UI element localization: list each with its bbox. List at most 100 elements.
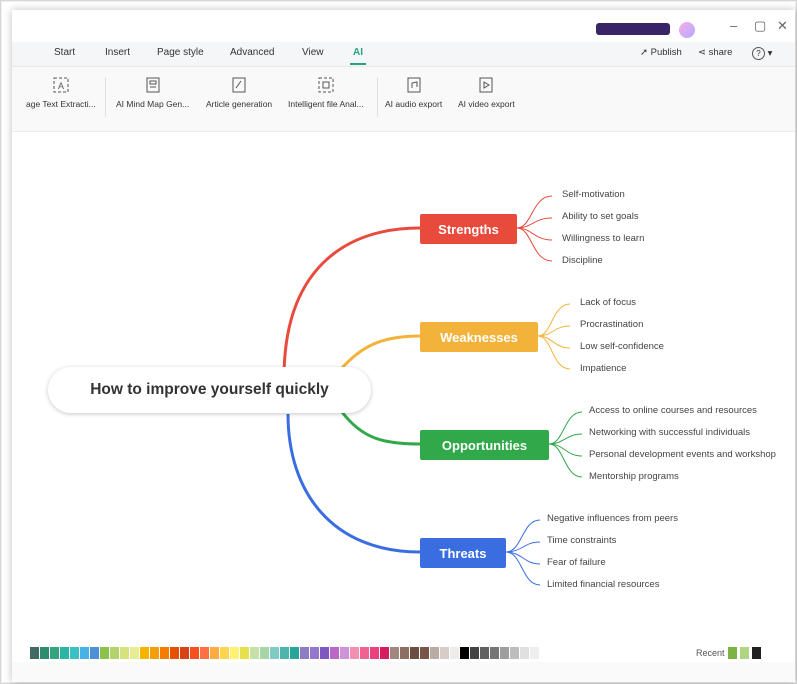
color-swatch[interactable] bbox=[290, 647, 299, 659]
color-swatch[interactable] bbox=[170, 647, 179, 659]
tab-ai[interactable]: AI bbox=[350, 47, 366, 65]
tab-page-style[interactable]: Page style bbox=[157, 47, 204, 58]
color-swatch[interactable] bbox=[430, 647, 439, 659]
color-swatch[interactable] bbox=[470, 647, 479, 659]
color-swatch[interactable] bbox=[260, 647, 269, 659]
tab-advanced[interactable]: Advanced bbox=[230, 47, 274, 58]
maximize-icon[interactable]: ▢ bbox=[754, 18, 766, 34]
color-swatch[interactable] bbox=[460, 647, 469, 659]
color-swatch[interactable] bbox=[360, 647, 369, 659]
color-swatch[interactable] bbox=[500, 647, 509, 659]
color-swatch[interactable] bbox=[100, 647, 109, 659]
branch-weaknesses[interactable]: Weaknesses bbox=[420, 322, 538, 352]
leaf-willingness-to-learn[interactable]: Willingness to learn bbox=[562, 233, 644, 244]
color-swatch[interactable] bbox=[390, 647, 399, 659]
document-title-pill[interactable] bbox=[596, 23, 670, 35]
central-topic[interactable]: How to improve yourself quickly bbox=[48, 367, 371, 413]
leaf-self-motivation[interactable]: Self-motivation bbox=[562, 189, 625, 200]
color-swatch[interactable] bbox=[270, 647, 279, 659]
leaf-networking[interactable]: Networking with successful individuals bbox=[589, 427, 750, 438]
tab-insert[interactable]: Insert bbox=[105, 47, 130, 58]
ai-audio-export-button[interactable]: AI audio export bbox=[385, 77, 442, 109]
color-swatch[interactable] bbox=[370, 647, 379, 659]
leaf-ability-to-set-goals[interactable]: Ability to set goals bbox=[562, 211, 639, 222]
leaf-time-constraints[interactable]: Time constraints bbox=[547, 535, 616, 546]
color-swatch[interactable] bbox=[150, 647, 159, 659]
color-swatch[interactable] bbox=[300, 647, 309, 659]
leaf-low-self-confidence[interactable]: Low self-confidence bbox=[580, 341, 664, 352]
leaf-fear-of-failure[interactable]: Fear of failure bbox=[547, 557, 606, 568]
color-swatch[interactable] bbox=[120, 647, 129, 659]
ai-mind-map-generation-button[interactable]: AI Mind Map Gen... bbox=[116, 77, 189, 109]
branch-threats[interactable]: Threats bbox=[420, 538, 506, 568]
recent-color-swatch[interactable] bbox=[752, 647, 761, 659]
recent-color-swatch[interactable] bbox=[740, 647, 749, 659]
leaf-limited-financial-resources[interactable]: Limited financial resources bbox=[547, 579, 659, 590]
color-swatch[interactable] bbox=[180, 647, 189, 659]
color-swatch[interactable] bbox=[520, 647, 529, 659]
publish-button[interactable]: ➚ Publish bbox=[640, 47, 682, 58]
leaf-online-courses[interactable]: Access to online courses and resources bbox=[589, 405, 757, 416]
leaf-personal-development-events[interactable]: Personal development events and workshop bbox=[589, 449, 776, 460]
minimize-icon[interactable]: – bbox=[730, 18, 737, 33]
branch-opportunities[interactable]: Opportunities bbox=[420, 430, 549, 460]
help-button[interactable]: ? ▾ bbox=[752, 47, 772, 60]
recent-color-swatch[interactable] bbox=[728, 647, 737, 659]
recent-colors-label: Recent bbox=[696, 648, 725, 658]
color-swatch[interactable] bbox=[80, 647, 89, 659]
color-swatch[interactable] bbox=[280, 647, 289, 659]
tab-view[interactable]: View bbox=[302, 47, 324, 58]
share-button[interactable]: ⋖ share bbox=[698, 47, 732, 58]
svg-text:A: A bbox=[58, 81, 64, 91]
ai-video-export-button[interactable]: AI video export bbox=[458, 77, 515, 109]
color-swatch[interactable] bbox=[320, 647, 329, 659]
color-swatch[interactable] bbox=[510, 647, 519, 659]
leaf-connectors-weaknesses bbox=[537, 303, 571, 370]
color-swatch[interactable] bbox=[350, 647, 359, 659]
color-swatch[interactable] bbox=[490, 647, 499, 659]
color-swatch[interactable] bbox=[200, 647, 209, 659]
text-extract-icon: A bbox=[53, 77, 69, 93]
color-swatch[interactable] bbox=[310, 647, 319, 659]
color-swatch[interactable] bbox=[250, 647, 259, 659]
color-swatch[interactable] bbox=[30, 647, 39, 659]
leaf-lack-of-focus[interactable]: Lack of focus bbox=[580, 297, 636, 308]
leaf-discipline[interactable]: Discipline bbox=[562, 255, 603, 266]
color-swatch[interactable] bbox=[40, 647, 49, 659]
color-swatch[interactable] bbox=[60, 647, 69, 659]
color-swatch[interactable] bbox=[160, 647, 169, 659]
image-text-extraction-button[interactable]: A age Text Extracti... bbox=[26, 77, 96, 109]
color-swatch[interactable] bbox=[90, 647, 99, 659]
color-swatch[interactable] bbox=[70, 647, 79, 659]
color-swatch[interactable] bbox=[50, 647, 59, 659]
color-swatch[interactable] bbox=[110, 647, 119, 659]
color-swatch[interactable] bbox=[240, 647, 249, 659]
color-swatch[interactable] bbox=[330, 647, 339, 659]
color-swatch[interactable] bbox=[420, 647, 429, 659]
leaf-negative-influences[interactable]: Negative influences from peers bbox=[547, 513, 678, 524]
color-swatch[interactable] bbox=[340, 647, 349, 659]
color-swatch[interactable] bbox=[230, 647, 239, 659]
article-generation-button[interactable]: Article generation bbox=[206, 77, 272, 109]
tab-start[interactable]: Start bbox=[54, 47, 75, 58]
color-swatch[interactable] bbox=[400, 647, 409, 659]
intelligent-file-analysis-button[interactable]: Intelligent file Anal... bbox=[288, 77, 364, 109]
color-swatch[interactable] bbox=[480, 647, 489, 659]
user-avatar[interactable] bbox=[679, 22, 695, 38]
color-swatch[interactable] bbox=[530, 647, 539, 659]
color-swatch[interactable] bbox=[410, 647, 419, 659]
leaf-procrastination[interactable]: Procrastination bbox=[580, 319, 643, 330]
color-swatch[interactable] bbox=[380, 647, 389, 659]
color-swatch[interactable] bbox=[190, 647, 199, 659]
leaf-impatience[interactable]: Impatience bbox=[580, 363, 626, 374]
color-swatch[interactable] bbox=[130, 647, 139, 659]
color-swatch[interactable] bbox=[140, 647, 149, 659]
color-swatch[interactable] bbox=[450, 647, 459, 659]
mindmap-canvas[interactable]: How to improve yourself quickly Strength… bbox=[12, 132, 795, 647]
close-icon[interactable]: ✕ bbox=[777, 18, 788, 34]
color-swatch[interactable] bbox=[210, 647, 219, 659]
leaf-mentorship-programs[interactable]: Mentorship programs bbox=[589, 471, 679, 482]
branch-strengths[interactable]: Strengths bbox=[420, 214, 517, 244]
color-swatch[interactable] bbox=[220, 647, 229, 659]
color-swatch[interactable] bbox=[440, 647, 449, 659]
